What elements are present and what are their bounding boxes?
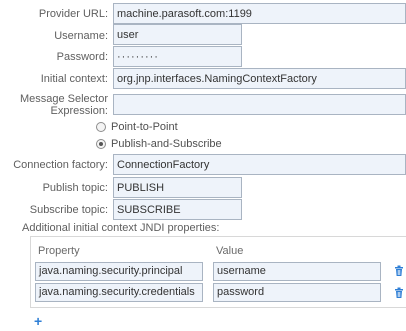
publish-topic-input[interactable]: PUBLISH xyxy=(113,177,242,198)
provider-url-label: Provider URL: xyxy=(38,8,108,20)
trash-icon[interactable] xyxy=(393,287,405,299)
table-row-2-value[interactable]: password xyxy=(213,283,381,302)
username-input[interactable]: user xyxy=(113,24,242,45)
connection-factory-input[interactable]: ConnectionFactory xyxy=(113,154,406,175)
radio-selected-dot xyxy=(99,142,103,146)
message-selector-input[interactable] xyxy=(113,94,406,115)
connection-factory-label: Connection factory: xyxy=(13,159,108,171)
publish-and-subscribe-label[interactable]: Publish-and-Subscribe xyxy=(111,138,222,150)
property-column-header: Property xyxy=(38,245,80,257)
publish-and-subscribe-radio[interactable] xyxy=(96,139,106,149)
value-column-header: Value xyxy=(216,245,244,257)
message-selector-label-line2: Expression: xyxy=(50,105,108,117)
message-selector-label-line1: Message Selector xyxy=(19,93,108,105)
jndi-section-title: Additional initial context JNDI properti… xyxy=(22,222,220,234)
password-input[interactable]: ········· xyxy=(113,46,242,67)
table-row-1-property[interactable]: java.naming.security.principal xyxy=(35,262,203,281)
provider-url-input[interactable]: machine.parasoft.com:1199 xyxy=(113,3,406,24)
initial-context-input[interactable]: org.jnp.interfaces.NamingContextFactory xyxy=(113,68,406,89)
plus-icon[interactable]: + xyxy=(34,314,42,328)
initial-context-label: Initial context: xyxy=(40,73,108,85)
password-label: Password: xyxy=(56,51,108,63)
point-to-point-radio[interactable] xyxy=(96,122,106,132)
subscribe-topic-label: Subscribe topic: xyxy=(29,204,108,216)
table-row-1-value[interactable]: username xyxy=(213,262,381,281)
subscribe-topic-input[interactable]: SUBSCRIBE xyxy=(113,199,242,220)
trash-icon[interactable] xyxy=(393,265,405,277)
publish-topic-label: Publish topic: xyxy=(42,182,108,194)
table-row-2-property[interactable]: java.naming.security.credentials xyxy=(35,283,203,302)
username-label: Username: xyxy=(54,30,108,42)
point-to-point-label[interactable]: Point-to-Point xyxy=(111,121,178,133)
